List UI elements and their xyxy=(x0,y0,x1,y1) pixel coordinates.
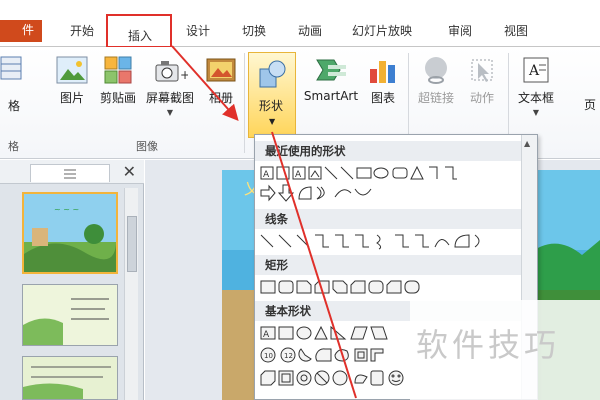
slide-thumbnail[interactable] xyxy=(22,356,118,400)
lines-shapes-icons[interactable] xyxy=(259,231,521,251)
watermark-text: 软件技巧 xyxy=(416,326,561,364)
action-button[interactable]: 动作 xyxy=(464,55,500,106)
slide-thumbnail[interactable]: ~ ~ ~ xyxy=(22,192,118,274)
smartart-label: SmartArt xyxy=(303,89,359,103)
svg-text:12: 12 xyxy=(284,352,293,360)
partial-left-label: 格 xyxy=(8,99,21,113)
table-icon xyxy=(0,56,22,80)
shapes-dropdown-arrow: ▼ xyxy=(269,117,276,126)
picture-button[interactable]: 图片 xyxy=(54,55,90,106)
close-icon[interactable]: ✕ xyxy=(123,162,136,181)
clipart-button[interactable]: 剪贴画 xyxy=(96,55,140,106)
textbox-icon: A xyxy=(523,57,549,83)
shapes-button[interactable]: 形状 ▼ xyxy=(248,52,296,138)
clipart-label: 剪贴画 xyxy=(99,91,136,105)
svg-text:10: 10 xyxy=(264,352,273,360)
ribbon-tab-bar: 件 开始 插入 设计 切换 动画 幻灯片放映 审阅 视图 xyxy=(0,0,600,48)
chart-label: 图表 xyxy=(370,91,395,105)
tab-view[interactable]: 视图 xyxy=(504,21,528,41)
album-icon xyxy=(206,58,236,82)
svg-text:A: A xyxy=(528,63,540,79)
tab-insert[interactable]: 插入 xyxy=(106,14,172,48)
group-label-partial: 格 xyxy=(8,140,19,153)
slides-pane-scrollbar[interactable] xyxy=(124,188,138,400)
rectangle-shapes-icons[interactable] xyxy=(259,277,521,297)
outline-icon xyxy=(64,169,76,179)
chart-button[interactable]: 图表 xyxy=(366,55,400,106)
smartart-icon xyxy=(316,59,346,81)
hyperlink-icon xyxy=(425,57,447,84)
svg-text:A: A xyxy=(263,330,270,340)
action-icon xyxy=(471,59,493,82)
recent-shapes-header: 最近使用的形状 xyxy=(255,141,521,161)
recent-shapes-icons[interactable]: A A xyxy=(259,163,521,183)
textbox-dropdown-arrow[interactable]: ▼ xyxy=(514,108,558,117)
slides-pane-header: ✕ xyxy=(0,160,144,184)
tab-slideshow[interactable]: 幻灯片放映 xyxy=(352,21,412,41)
svg-text:+: + xyxy=(180,68,188,82)
hyperlink-label: 超链接 xyxy=(417,91,454,105)
svg-text:A: A xyxy=(263,170,270,180)
tab-transitions[interactable]: 切换 xyxy=(242,21,266,41)
hyperlink-button[interactable]: 超链接 xyxy=(414,55,458,106)
svg-text:~ ~ ~: ~ ~ ~ xyxy=(54,205,79,214)
recent-shapes-icons[interactable] xyxy=(259,183,521,203)
slide-thumbnail-image xyxy=(23,285,117,345)
rectangles-row xyxy=(259,277,521,297)
screenshot-label: 屏幕截图 xyxy=(145,91,194,105)
clipart-icon xyxy=(104,56,132,84)
slides-pane: ✕ ~ ~ ~ xyxy=(0,160,144,400)
slide-thumbnail-image: ~ ~ ~ xyxy=(24,194,116,272)
shapes-label: 形状 xyxy=(259,99,284,113)
screenshot-dropdown-arrow[interactable]: ▼ xyxy=(142,108,198,117)
svg-text:A: A xyxy=(295,170,302,180)
action-label: 动作 xyxy=(469,91,494,105)
lines-header: 线条 xyxy=(255,209,521,229)
lines-row xyxy=(259,231,521,251)
textbox-label: 文本框 xyxy=(517,91,554,105)
screenshot-icon: + xyxy=(155,61,188,82)
scrollbar-thumb[interactable] xyxy=(127,216,137,272)
screenshot-button[interactable]: + 屏幕截图 ▼ xyxy=(142,55,198,117)
tab-design[interactable]: 设计 xyxy=(186,21,210,41)
textbox-button[interactable]: A 文本框 ▼ xyxy=(514,55,558,117)
partial-left-button[interactable]: 格 xyxy=(0,55,26,113)
chart-icon xyxy=(370,61,395,83)
tab-file[interactable]: 件 xyxy=(0,20,42,42)
partial-right-button[interactable]: 页 xyxy=(580,96,600,113)
album-label: 相册 xyxy=(208,91,233,105)
recent-shapes-row: A A xyxy=(259,163,521,183)
rectangles-header: 矩形 xyxy=(255,255,521,275)
picture-icon xyxy=(56,56,88,84)
smartart-button[interactable]: SmartArt xyxy=(302,55,360,103)
tab-insert-label: 插入 xyxy=(128,29,153,43)
slides-pane-tab[interactable] xyxy=(30,164,110,182)
slide-thumbnail-image xyxy=(23,357,117,399)
watermark-overlay: 软件技巧 xyxy=(410,300,600,400)
slide-thumbnail[interactable] xyxy=(22,284,118,346)
shapes-icon xyxy=(259,60,286,88)
tab-review[interactable]: 审阅 xyxy=(448,21,472,41)
group-label-images: 图像 xyxy=(136,140,158,153)
partial-right-label: 页 xyxy=(583,98,596,112)
ribbon-separator xyxy=(244,53,245,153)
album-button[interactable]: 相册 xyxy=(204,55,238,106)
scroll-up-icon[interactable]: ▲ xyxy=(524,139,530,148)
picture-label: 图片 xyxy=(59,91,84,105)
tab-animations[interactable]: 动画 xyxy=(298,21,322,41)
recent-shapes-row xyxy=(259,183,521,203)
tab-home[interactable]: 开始 xyxy=(70,21,94,41)
